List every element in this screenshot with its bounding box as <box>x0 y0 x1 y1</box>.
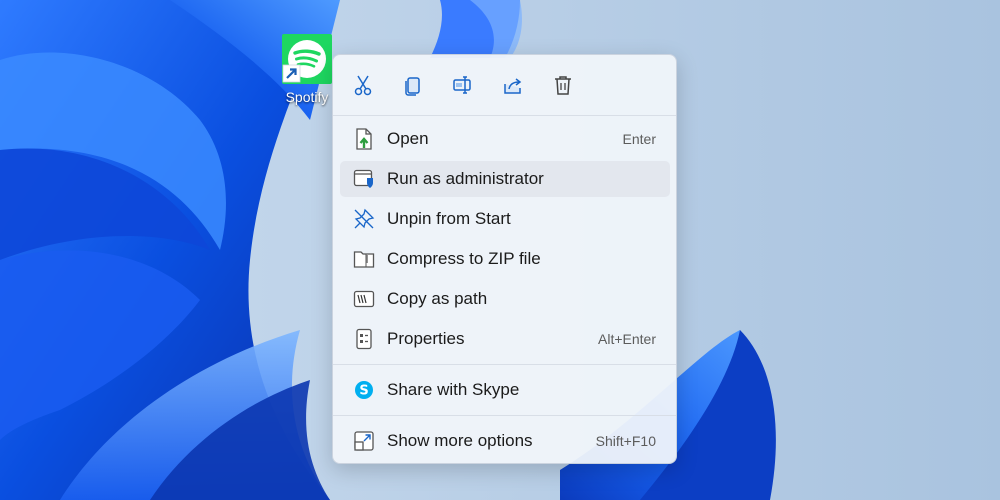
menu-item-copy-as-path[interactable]: Copy as path <box>340 281 670 317</box>
menu-item-unpin-from-start[interactable]: Unpin from Start <box>340 201 670 237</box>
skype-icon: S <box>352 378 376 402</box>
svg-text:S: S <box>359 384 368 399</box>
menu-item-label: Properties <box>387 329 465 348</box>
delete-button[interactable] <box>543 65 583 105</box>
menu-item-compress-to-zip[interactable]: Compress to ZIP file <box>340 241 670 277</box>
admin-shield-icon <box>352 167 376 191</box>
menu-item-label: Unpin from Start <box>387 209 511 228</box>
cut-button[interactable] <box>343 65 383 105</box>
copy-button[interactable] <box>393 65 433 105</box>
spotify-icon <box>282 34 332 84</box>
context-menu: Open Enter Run as administrator Unpin fr… <box>332 54 677 464</box>
menu-separator <box>333 415 676 416</box>
rename-button[interactable] <box>443 65 483 105</box>
more-options-icon <box>352 429 376 453</box>
menu-item-shortcut: Alt+Enter <box>598 331 656 347</box>
scissors-icon <box>354 75 372 96</box>
desktop-icon-label: Spotify <box>285 89 329 105</box>
open-icon <box>352 127 376 151</box>
menu-item-label: Copy as path <box>387 289 488 308</box>
properties-icon <box>352 327 376 351</box>
share-icon <box>504 78 522 94</box>
share-button[interactable] <box>493 65 533 105</box>
context-menu-toolbar <box>343 65 593 105</box>
menu-item-show-more-options[interactable]: Show more options Shift+F10 <box>340 423 670 459</box>
copy-icon <box>405 77 420 96</box>
menu-separator <box>333 115 676 116</box>
desktop-shortcut-spotify[interactable]: Spotify <box>276 34 338 105</box>
menu-item-run-as-administrator[interactable]: Run as administrator <box>340 161 670 197</box>
rename-icon <box>453 76 471 94</box>
menu-item-label: Show more options <box>387 431 533 450</box>
menu-separator <box>333 364 676 365</box>
menu-item-label: Compress to ZIP file <box>387 249 541 268</box>
trash-icon <box>555 76 571 95</box>
menu-item-shortcut: Shift+F10 <box>595 433 656 449</box>
menu-item-shortcut: Enter <box>622 131 656 147</box>
menu-item-label: Open <box>387 129 429 148</box>
menu-item-label: Share with Skype <box>387 380 520 399</box>
zip-folder-icon <box>352 247 376 271</box>
copy-path-icon <box>352 287 376 311</box>
menu-item-share-with-skype[interactable]: S Share with Skype <box>340 372 670 408</box>
menu-item-label: Run as administrator <box>387 169 544 188</box>
unpin-icon <box>352 207 376 231</box>
menu-item-open[interactable]: Open Enter <box>340 121 670 157</box>
menu-item-properties[interactable]: Properties Alt+Enter <box>340 321 670 357</box>
